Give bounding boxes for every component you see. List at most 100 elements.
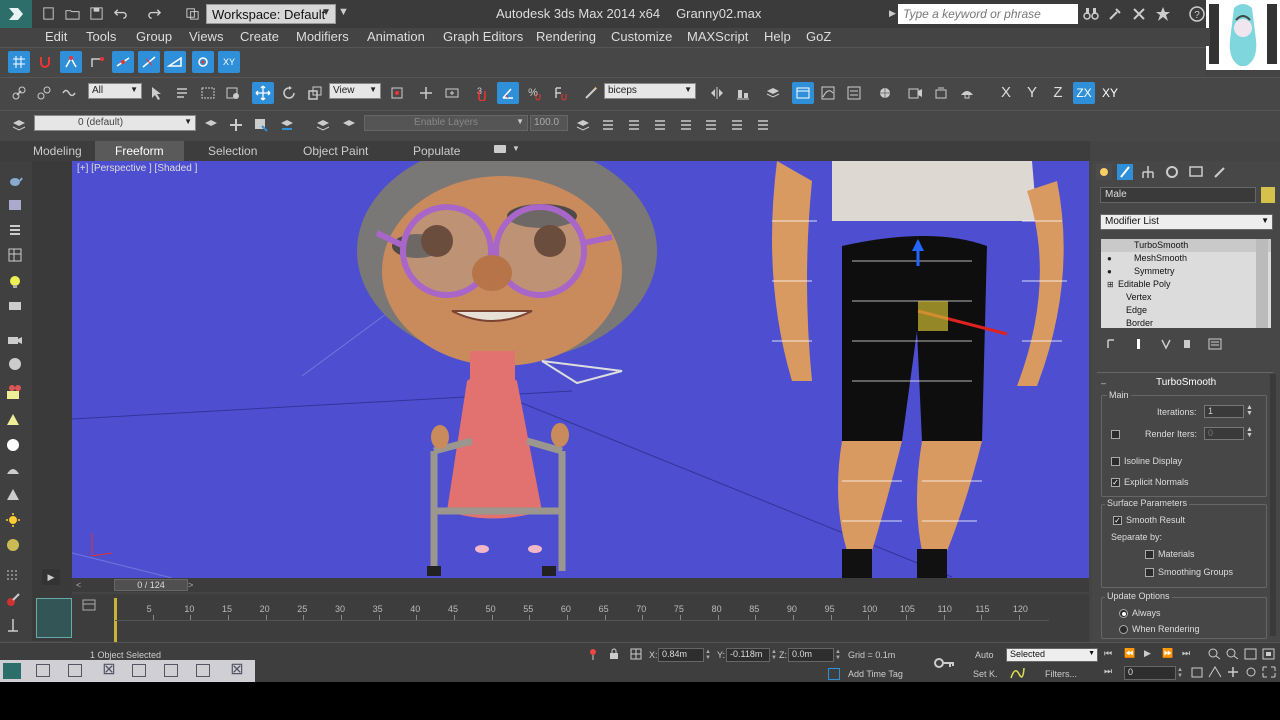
spinner-arrows-icon[interactable]: ▲ ▼	[1246, 404, 1253, 417]
absolute-mode-icon[interactable]	[630, 648, 642, 660]
enable-layers-dropdown[interactable]: Enable Layers ▼	[364, 115, 528, 131]
mini-curve-editor-icon[interactable]	[82, 598, 96, 612]
goto-end-icon[interactable]: ⏭	[1182, 648, 1196, 660]
key-filter-dropdown[interactable]: Selected ▼	[1006, 648, 1098, 662]
tab-modeling[interactable]: Modeling	[33, 144, 82, 158]
grid-snap-icon[interactable]	[8, 51, 30, 73]
time-slider[interactable]	[72, 578, 1089, 592]
layer-tool-3-icon[interactable]	[572, 114, 594, 136]
layer-manage-icon[interactable]	[8, 114, 30, 136]
spinner-arrows-icon[interactable]: ▲ ▼	[1246, 426, 1253, 439]
show-end-result-icon[interactable]	[1133, 338, 1145, 350]
axis-z-button[interactable]: Z	[1048, 84, 1068, 101]
modify-tab-icon[interactable]	[1117, 164, 1133, 180]
select-and-scale-icon[interactable]	[304, 82, 326, 104]
menu-edit[interactable]: Edit	[45, 29, 67, 44]
snap-toggle-icon[interactable]: 3	[470, 82, 492, 104]
next-frame-icon[interactable]: ⏩	[1162, 648, 1176, 660]
menu-maxscript[interactable]: MAXScript	[687, 29, 748, 44]
menu-tools[interactable]: Tools	[86, 29, 116, 44]
reference-coordinate-dropdown[interactable]: View ▼	[329, 83, 381, 99]
stack-scrollbar[interactable]	[1256, 239, 1268, 328]
select-by-name-icon[interactable]	[171, 82, 193, 104]
pyramid-primitive-icon[interactable]	[5, 487, 25, 505]
select-and-move-icon[interactable]	[252, 82, 274, 104]
mini-viewport-icon[interactable]	[36, 598, 72, 638]
zoom-extents-icon[interactable]	[1244, 648, 1258, 660]
time-slider-thumb[interactable]: 0 / 124	[114, 579, 188, 591]
layer-tool-8-icon[interactable]	[700, 114, 722, 136]
scene-explorer-icon[interactable]	[792, 82, 814, 104]
particle-icon[interactable]	[5, 567, 25, 585]
rendered-frame-window-icon[interactable]	[930, 82, 952, 104]
menu-graph-editors[interactable]: Graph Editors	[443, 29, 523, 44]
angle-snap-icon[interactable]	[497, 82, 519, 104]
when-rendering-radio[interactable]	[1119, 625, 1128, 634]
pivot-snap-icon[interactable]	[192, 51, 214, 73]
time-config-icon[interactable]	[1191, 666, 1203, 678]
modifier-stack[interactable]: TurboSmooth MeshSmooth Symmetry Editable…	[1101, 239, 1271, 328]
hierarchy-tab-icon[interactable]	[1140, 164, 1156, 180]
modifier-list-dropdown[interactable]: Modifier List ▼	[1100, 214, 1273, 230]
taskbar-restore-icon[interactable]	[36, 664, 50, 677]
stack-item-symmetry[interactable]: Symmetry	[1101, 265, 1271, 278]
lightbulb-icon[interactable]: ●	[1107, 254, 1112, 263]
named-selection-dropdown[interactable]: biceps ▼	[604, 83, 696, 99]
workspace-dropdown[interactable]: Workspace: Default ▼	[206, 4, 336, 24]
hierarchy-icon[interactable]	[5, 617, 25, 635]
field-of-view-icon[interactable]	[1208, 666, 1222, 678]
manipulate-icon[interactable]	[415, 82, 437, 104]
plane-primitive-icon[interactable]	[5, 387, 25, 405]
set-current-layer-icon[interactable]	[276, 114, 298, 136]
expand-plus-icon[interactable]: ⊞	[1107, 280, 1114, 289]
track-bar[interactable]	[72, 594, 1089, 642]
spinner-arrows-icon[interactable]: ▲ ▼	[771, 649, 777, 661]
always-radio[interactable]	[1119, 609, 1128, 618]
undo-icon[interactable]	[112, 5, 128, 21]
current-frame-field[interactable]: 0	[1124, 666, 1176, 680]
zoom-all-icon[interactable]	[1226, 648, 1240, 660]
teapot-icon[interactable]	[5, 171, 25, 189]
zoom-extents-all-icon[interactable]	[1262, 648, 1276, 660]
smooth-result-checkbox[interactable]: ✓	[1113, 516, 1122, 525]
ribbon-minimize-icon[interactable]	[494, 145, 506, 153]
layer-tool-1-icon[interactable]	[312, 114, 334, 136]
key-mode-pin-icon[interactable]	[588, 648, 598, 660]
open-file-icon[interactable]	[64, 5, 80, 21]
align-icon[interactable]	[732, 82, 754, 104]
smoothing-groups-checkbox[interactable]	[1145, 568, 1154, 577]
light-bulb-icon[interactable]	[5, 273, 25, 291]
link-icon[interactable]	[8, 82, 30, 104]
mirror-icon[interactable]	[706, 82, 728, 104]
menu-create[interactable]: Create	[240, 29, 279, 44]
rollout-collapse-icon[interactable]: –	[1101, 378, 1106, 388]
perspective-viewport[interactable]	[72, 161, 1089, 578]
select-in-layer-icon[interactable]	[250, 114, 272, 136]
axis-x-button[interactable]: X	[996, 84, 1016, 101]
pin-stack-icon[interactable]	[1106, 338, 1118, 350]
menu-group[interactable]: Group	[136, 29, 172, 44]
isoline-display-checkbox[interactable]	[1111, 457, 1120, 466]
time-slider-next-icon[interactable]: >	[188, 580, 193, 590]
connect-icon[interactable]	[1130, 5, 1148, 23]
axis-y-button[interactable]: Y	[1022, 84, 1042, 101]
menu-rendering[interactable]: Rendering	[536, 29, 596, 44]
stack-item-edge[interactable]: Edge	[1101, 304, 1271, 317]
menu-modifiers[interactable]: Modifiers	[296, 29, 349, 44]
binoculars-icon[interactable]	[1082, 5, 1100, 23]
key-mode-toggle-icon[interactable]: ⏭	[1104, 666, 1118, 678]
stack-item-meshsmooth[interactable]: MeshSmooth	[1101, 252, 1271, 265]
edit-named-selections-icon[interactable]	[580, 82, 602, 104]
axis-xy-button[interactable]: XY	[1099, 82, 1121, 104]
sun-light-icon[interactable]	[5, 512, 25, 530]
expand-panel-icon[interactable]: ▶	[42, 569, 60, 585]
layer-tool-6-icon[interactable]	[649, 114, 671, 136]
layer-zoom-field[interactable]: 100.0	[530, 115, 568, 131]
sphere-gold-icon[interactable]	[5, 537, 25, 555]
menu-customize[interactable]: Customize	[611, 29, 672, 44]
taskbar-window-icon[interactable]	[68, 664, 82, 677]
cone-primitive-icon[interactable]	[5, 412, 25, 430]
materials-checkbox[interactable]	[1145, 550, 1154, 559]
qa-customize-icon[interactable]: ▼	[338, 6, 349, 18]
midpoint-snap-icon[interactable]	[112, 51, 134, 73]
